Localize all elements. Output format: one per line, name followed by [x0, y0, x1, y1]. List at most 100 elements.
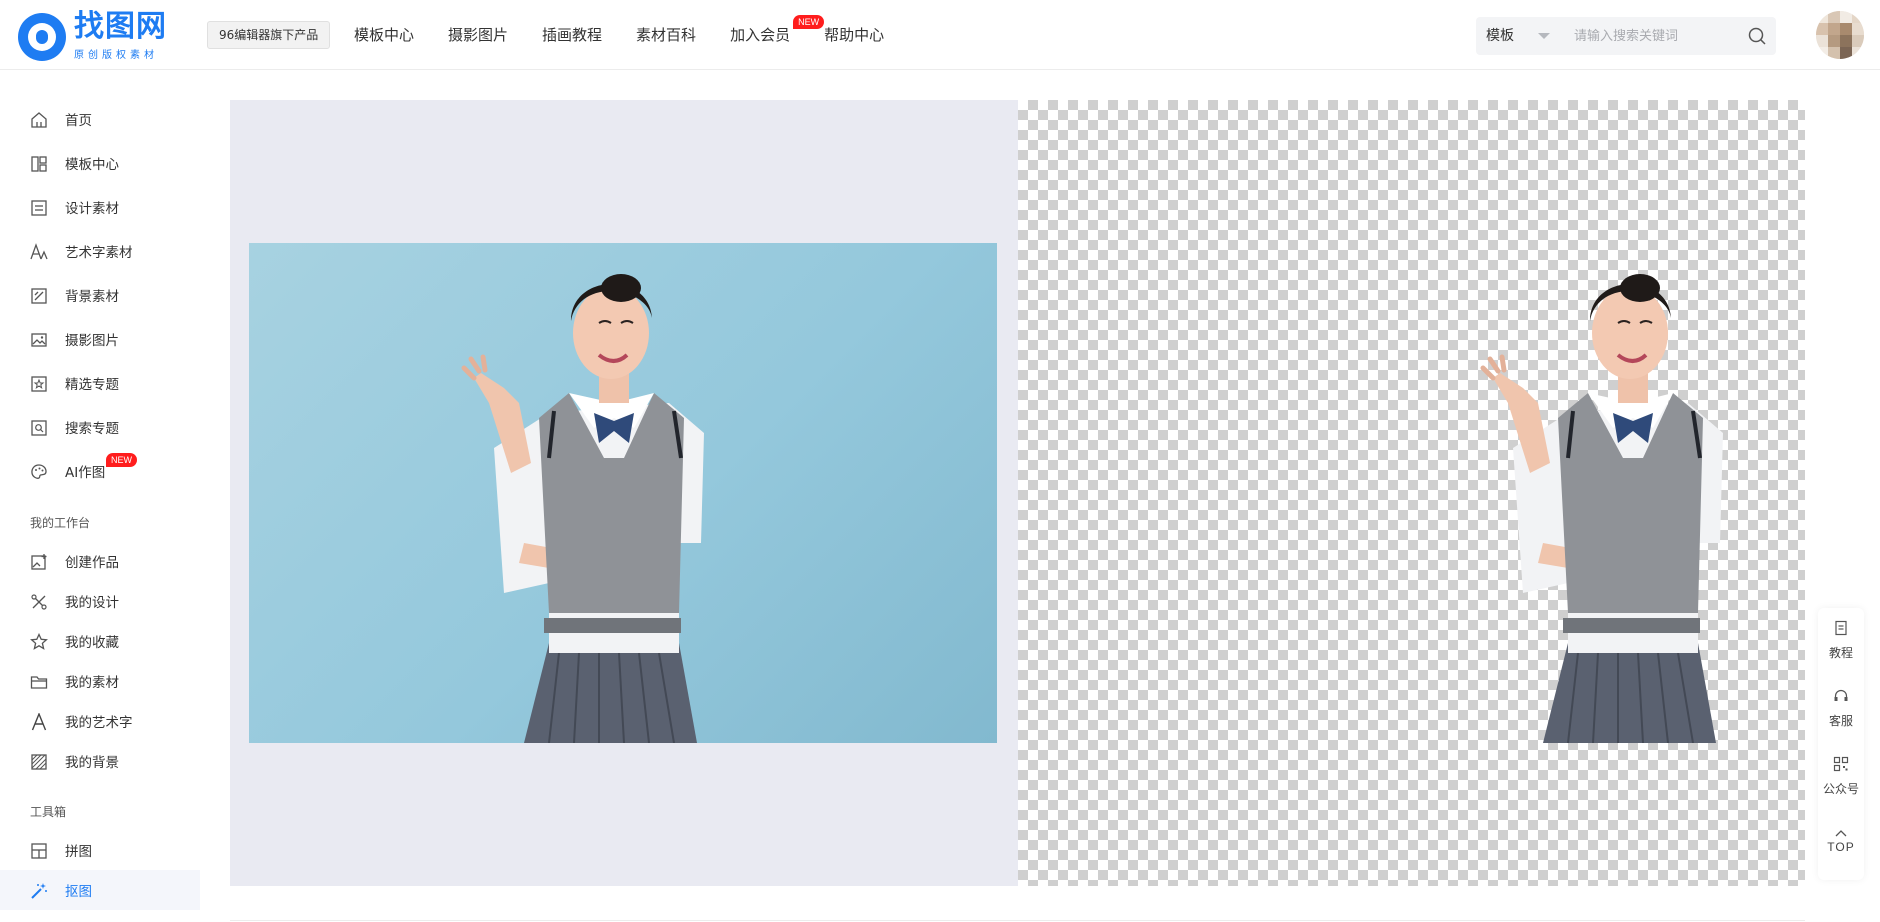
sidebar-item-label: 模板中心: [65, 157, 119, 173]
top-nav: 模板中心 摄影图片 插画教程 素材百科 加入会员 NEW 帮助中心: [354, 0, 918, 70]
star-icon: [30, 633, 48, 650]
photo-icon: [31, 333, 47, 347]
create-icon: [31, 554, 47, 570]
folder-icon: [30, 676, 48, 689]
letter-a-icon: [31, 713, 47, 731]
search-bar: 模板: [1476, 17, 1776, 55]
document-icon: [1835, 620, 1847, 636]
float-tutorial[interactable]: 教程: [1818, 620, 1864, 661]
avatar[interactable]: [1816, 11, 1864, 59]
original-photo[interactable]: [249, 243, 997, 743]
sidebar-item-label: 搜索专题: [65, 421, 119, 437]
qrcode-icon: [1833, 756, 1849, 772]
sidebar-item-collage[interactable]: 拼图: [0, 830, 200, 870]
sidebar-item-label: 抠图: [65, 884, 92, 900]
sidebar-item-label: 摄影图片: [65, 333, 119, 349]
workspace-section-title: 我的工作台: [30, 516, 91, 530]
sidebar-item-label: 我的收藏: [65, 635, 119, 651]
float-wechat-account[interactable]: 公众号: [1818, 756, 1864, 797]
sidebar-item-label: 拼图: [65, 844, 92, 860]
collage-icon: [31, 843, 47, 859]
back-to-top-button[interactable]: TOP: [1818, 828, 1864, 854]
search-category-select[interactable]: 模板: [1486, 17, 1514, 55]
background-icon: [31, 288, 47, 304]
main-content: [200, 70, 1880, 922]
sidebar-item-label: 艺术字素材: [65, 245, 133, 261]
search-topic-icon: [31, 420, 47, 436]
original-image-pane: [230, 100, 1018, 886]
tools-section-title: 工具箱: [30, 805, 67, 819]
sidebar-item-art-text[interactable]: 艺术字素材: [0, 231, 200, 271]
sidebar-item-home[interactable]: 首页: [0, 99, 200, 139]
sidebar-item-templates[interactable]: 模板中心: [0, 143, 200, 183]
person-cutout-figure: [1480, 274, 1723, 744]
template-icon: [31, 156, 47, 172]
hatch-icon: [31, 754, 47, 770]
headset-icon: [1834, 689, 1848, 701]
divider: [230, 920, 1805, 921]
sidebar-item-background[interactable]: 背景素材: [0, 275, 200, 315]
float-label: 教程: [1828, 646, 1853, 660]
sidebar-item-featured[interactable]: 精选专题: [0, 363, 200, 403]
sidebar-item-search-topic[interactable]: 搜索专题: [0, 407, 200, 447]
nav-label: 模板中心: [354, 26, 415, 44]
magic-wand-icon: [31, 883, 47, 899]
sidebar-item-my-design[interactable]: 我的设计: [0, 581, 200, 621]
float-label: 公众号: [1822, 782, 1859, 796]
sidebar-item-label: 我的素材: [65, 675, 119, 691]
site-logo[interactable]: 找图网 原创版权素材: [18, 12, 167, 61]
cutout-compare-view: [230, 100, 1805, 886]
sidebar-item-my-material[interactable]: 我的素材: [0, 661, 200, 701]
new-badge: NEW: [106, 453, 137, 467]
nav-wiki[interactable]: 素材百科: [636, 0, 696, 70]
cutout-result-image[interactable]: [1268, 243, 1805, 744]
sidebar-item-label: 设计素材: [65, 201, 119, 217]
search-input[interactable]: [1574, 17, 1734, 55]
design-icon: [31, 594, 47, 610]
sidebar-item-label: 背景素材: [65, 289, 119, 305]
nav-label: 素材百科: [636, 26, 697, 44]
chevron-down-icon[interactable]: [1538, 33, 1550, 39]
sidebar-item-label: 精选专题: [65, 377, 119, 393]
person-figure: [461, 274, 704, 743]
top-header: 找图网 原创版权素材 96编辑器旗下产品 模板中心 摄影图片 插画教程 素材百科…: [0, 0, 1880, 70]
sidebar-item-my-background[interactable]: 我的背景: [0, 741, 200, 781]
art-text-icon: [30, 243, 48, 260]
search-icon[interactable]: [1748, 27, 1766, 45]
sidebar-item-label: AI作图: [65, 465, 106, 481]
product-tag[interactable]: 96编辑器旗下产品: [207, 21, 331, 49]
sidebar: 首页 模板中心 设计素材 艺术字素材 背景素材 摄影图片 精选专题 搜索专题 A…: [0, 70, 200, 922]
sidebar-item-create[interactable]: 创建作品: [0, 541, 200, 581]
material-icon: [31, 200, 47, 216]
sidebar-item-ai-draw[interactable]: AI作图 NEW: [0, 451, 200, 491]
star-topic-icon: [31, 376, 47, 392]
nav-illustration[interactable]: 插画教程: [542, 0, 602, 70]
nav-templates[interactable]: 模板中心: [354, 0, 414, 70]
nav-photos[interactable]: 摄影图片: [448, 0, 508, 70]
float-label: TOP: [1827, 840, 1855, 854]
sidebar-item-label: 我的背景: [65, 755, 119, 771]
nav-label: 帮助中心: [824, 26, 885, 44]
logo-title: 找图网: [74, 9, 167, 44]
new-badge: NEW: [793, 15, 825, 29]
logo-icon: [18, 12, 66, 61]
sidebar-item-favorites[interactable]: 我的收藏: [0, 621, 200, 661]
sidebar-item-my-art-text[interactable]: 我的艺术字: [0, 701, 200, 741]
home-icon: [31, 112, 47, 128]
sidebar-item-cutout[interactable]: 抠图: [0, 870, 200, 910]
floating-toolbar: 教程 客服 公众号 TOP: [1818, 608, 1864, 880]
palette-icon: [31, 464, 47, 479]
nav-label: 插画教程: [542, 26, 603, 44]
float-customer-service[interactable]: 客服: [1818, 688, 1864, 729]
nav-label: 加入会员: [730, 26, 791, 44]
sidebar-item-label: 首页: [65, 113, 92, 129]
sidebar-item-material[interactable]: 设计素材: [0, 187, 200, 227]
nav-help[interactable]: 帮助中心: [824, 0, 884, 70]
float-label: 客服: [1828, 714, 1853, 728]
sidebar-item-label: 创建作品: [65, 555, 119, 571]
sidebar-item-label: 我的设计: [65, 595, 119, 611]
cutout-result-pane: [1018, 100, 1805, 886]
sidebar-item-photos[interactable]: 摄影图片: [0, 319, 200, 359]
nav-membership[interactable]: 加入会员 NEW: [730, 0, 825, 70]
arrow-up-icon: [1835, 830, 1847, 837]
